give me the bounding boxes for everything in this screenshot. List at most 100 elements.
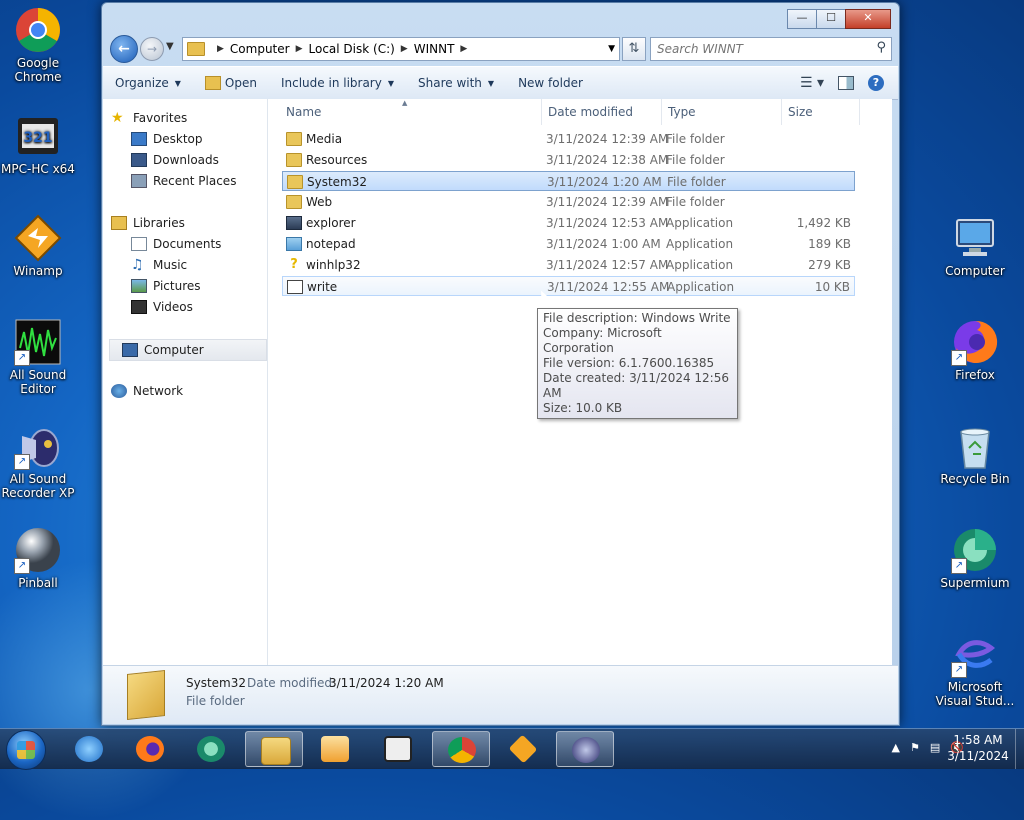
desktop-icon-winamp[interactable]: Winamp: [0, 214, 78, 278]
start-button[interactable]: [6, 730, 46, 770]
open-icon: [204, 76, 221, 90]
breadcrumb-local-disk[interactable]: Local Disk (C:): [309, 42, 395, 56]
show-hidden-icons-icon[interactable]: ▲: [892, 741, 900, 754]
network-icon: [111, 384, 127, 398]
nav-favorites[interactable]: ★ Favorites: [111, 108, 261, 128]
column-header-size[interactable]: Size: [782, 99, 860, 125]
back-button[interactable]: ←: [110, 35, 138, 63]
organize-button[interactable]: Organize ▼: [103, 76, 193, 90]
explorer-window[interactable]: — ☐ ✕ ← → ▼ ▶ Computer ▶ Local Disk (C:)…: [101, 2, 900, 726]
nav-label: Music: [153, 258, 188, 272]
taskbar-chrome[interactable]: [432, 731, 490, 767]
nav-videos[interactable]: Videos: [131, 297, 281, 317]
network-status-icon[interactable]: ▤: [930, 741, 940, 754]
star-icon: ★: [111, 110, 124, 126]
clock[interactable]: 1:58 AM 3/11/2024: [940, 732, 1016, 764]
taskbar-mpc-hc[interactable]: [369, 731, 427, 767]
shortcut-arrow-icon: ↗: [14, 454, 30, 470]
search-icon[interactable]: ⚲: [876, 40, 886, 55]
documents-icon: [131, 237, 147, 251]
file-row-web[interactable]: Web 3/11/2024 12:39 AM File folder: [282, 192, 855, 212]
mpc-hc-icon: [384, 736, 412, 762]
clock-date: 3/11/2024: [947, 749, 1009, 763]
desktop-icon-pinball[interactable]: ↗ Pinball: [0, 526, 78, 590]
open-button[interactable]: Open: [193, 76, 269, 90]
address-history-dropdown[interactable]: ▼: [608, 44, 615, 54]
search-input[interactable]: [651, 38, 859, 60]
desktop-icon-mpc-hc[interactable]: 321 MPC-HC x64: [0, 112, 78, 176]
address-bar[interactable]: ▶ Computer ▶ Local Disk (C:) ▶ WINNT ▶ ▼: [182, 37, 620, 61]
new-folder-button[interactable]: New folder: [506, 76, 595, 90]
desktop-icon-label: All Sound Editor: [9, 368, 67, 396]
desktop-icon-chrome[interactable]: Google Chrome: [0, 6, 78, 84]
nav-music[interactable]: ♫ Music: [131, 255, 281, 275]
file-row-resources[interactable]: Resources 3/11/2024 12:38 AM File folder: [282, 150, 855, 170]
taskbar-firefox[interactable]: [121, 731, 179, 767]
include-in-library-button[interactable]: Include in library ▼: [269, 76, 406, 90]
minimize-button[interactable]: —: [787, 9, 817, 29]
refresh-button[interactable]: ⇅: [622, 37, 646, 61]
recent-pages-dropdown[interactable]: ▼: [166, 41, 174, 52]
desktop-icon-visual-studio[interactable]: ↗ Microsoft Visual Stud...: [935, 630, 1015, 708]
breadcrumb-separator-icon[interactable]: ▶: [217, 44, 224, 54]
show-desktop-button[interactable]: [1015, 729, 1024, 769]
file-row-winhlp32[interactable]: ? winhlp32 3/11/2024 12:57 AM Applicatio…: [282, 255, 855, 275]
desktop-icon-label: Computer: [945, 264, 1005, 278]
chrome-icon: [14, 6, 62, 54]
taskbar-supermium[interactable]: [182, 731, 240, 767]
desktop-icon-all-sound-editor[interactable]: ↗ All Sound Editor: [0, 318, 78, 396]
desktop-icon-firefox[interactable]: ↗ Firefox: [935, 318, 1015, 382]
file-row-write[interactable]: write 3/11/2024 12:55 AM Application 10 …: [282, 276, 855, 296]
file-row-explorer[interactable]: explorer 3/11/2024 12:53 AM Application …: [282, 213, 855, 233]
column-header-name[interactable]: Name: [280, 99, 542, 125]
visual-studio-icon: ↗: [951, 630, 999, 678]
file-name: write: [307, 280, 338, 294]
taskbar-explorer[interactable]: [245, 731, 303, 767]
desktop-icon-supermium[interactable]: ↗ Supermium: [935, 526, 1015, 590]
nav-recent-places[interactable]: Recent Places: [131, 171, 281, 191]
breadcrumb-separator-icon[interactable]: ▶: [296, 44, 303, 54]
column-header-date[interactable]: Date modified: [542, 99, 662, 125]
file-date: 3/11/2024 1:00 AM: [546, 237, 661, 251]
desktop-icon-recycle-bin[interactable]: Recycle Bin: [935, 422, 1015, 486]
folder-icon: [286, 153, 302, 167]
desktop-icon-computer[interactable]: Computer: [935, 214, 1015, 278]
nav-desktop[interactable]: Desktop: [131, 129, 281, 149]
navigation-bar: ← → ▼ ▶ Computer ▶ Local Disk (C:) ▶ WIN…: [110, 35, 892, 63]
breadcrumb-winnt[interactable]: WINNT: [414, 42, 455, 56]
maximize-button[interactable]: ☐: [816, 9, 846, 29]
share-with-button[interactable]: Share with ▼: [406, 76, 506, 90]
file-row-media[interactable]: Media 3/11/2024 12:39 AM File folder: [282, 129, 855, 149]
breadcrumb-separator-icon[interactable]: ▶: [401, 44, 408, 54]
action-center-flag-icon[interactable]: ⚑: [910, 741, 920, 754]
pictures-icon: [131, 279, 147, 293]
desktop-icon-label: Recycle Bin: [940, 472, 1010, 486]
nav-downloads[interactable]: Downloads: [131, 150, 281, 170]
help-icon: ?: [290, 257, 298, 272]
help-icon[interactable]: ?: [868, 75, 884, 91]
nav-computer[interactable]: Computer: [109, 339, 267, 361]
nav-pictures[interactable]: Pictures: [131, 276, 281, 296]
taskbar-media-player[interactable]: [306, 731, 364, 767]
taskbar-winamp[interactable]: [494, 731, 552, 767]
breadcrumb-separator-icon[interactable]: ▶: [460, 44, 467, 54]
breadcrumb-computer[interactable]: Computer: [230, 42, 290, 56]
nav-documents[interactable]: Documents: [131, 234, 281, 254]
change-view-icon[interactable]: ☰ ▾: [800, 75, 824, 91]
search-box[interactable]: ⚲: [650, 37, 892, 61]
desktop-icon-all-sound-recorder[interactable]: ↗ All Sound Recorder XP: [0, 422, 78, 500]
open-label: Open: [224, 76, 257, 90]
shortcut-arrow-icon: ↗: [951, 662, 967, 678]
shortcut-arrow-icon: ↗: [951, 558, 967, 574]
taskbar-ie[interactable]: [60, 731, 118, 767]
chrome-icon: [448, 737, 476, 763]
nav-network[interactable]: Network: [111, 381, 261, 401]
taskbar-sound-recorder[interactable]: [556, 731, 614, 767]
column-header-type[interactable]: Type: [662, 99, 782, 125]
file-row-system32[interactable]: System32 3/11/2024 1:20 AM File folder: [282, 171, 855, 191]
preview-pane-icon[interactable]: [838, 76, 854, 90]
file-row-notepad[interactable]: notepad 3/11/2024 1:00 AM Application 18…: [282, 234, 855, 254]
nav-libraries[interactable]: Libraries: [111, 213, 261, 233]
forward-button[interactable]: →: [140, 37, 164, 61]
close-button[interactable]: ✕: [845, 9, 891, 29]
